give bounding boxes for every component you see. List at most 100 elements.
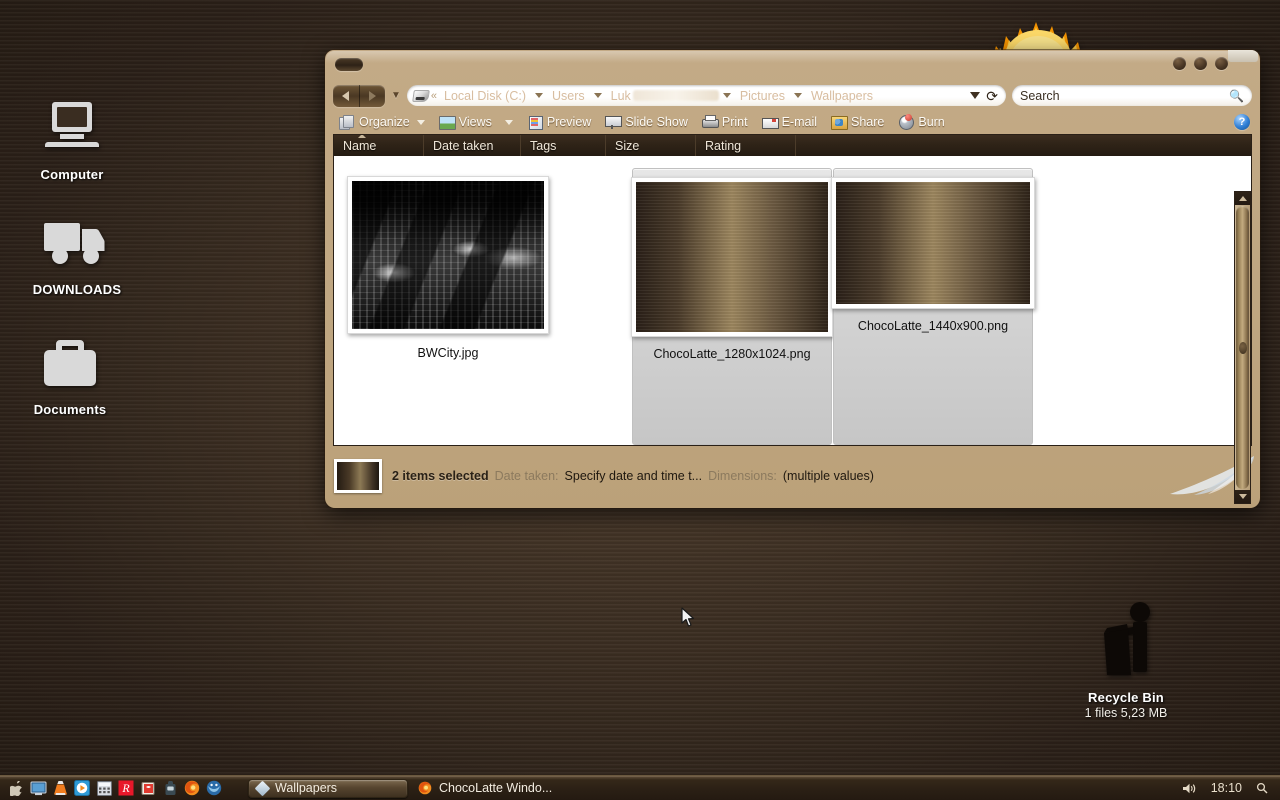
media-player-icon[interactable] (72, 778, 92, 798)
date-taken-value[interactable]: Specify date and time t... (565, 469, 703, 483)
desktop-icon-documents[interactable]: Documents (5, 330, 135, 417)
file-thumbnail-frame (831, 177, 1035, 309)
scroll-up-button[interactable] (1235, 192, 1250, 205)
paint-icon[interactable]: R (116, 778, 136, 798)
toolbar-share-button[interactable]: Share (825, 114, 890, 130)
desktop-icon-recycle-bin[interactable]: Recycle Bin 1 files 5,23 MB (1060, 600, 1192, 720)
breadcrumb-arrow-icon[interactable] (793, 93, 802, 98)
explorer-toolbar[interactable]: Organize Views Preview Slide Show Print (325, 110, 1260, 134)
thunderbird-icon[interactable] (204, 778, 224, 798)
breadcrumb-arrow-icon[interactable] (535, 93, 543, 98)
display-icon[interactable] (28, 778, 48, 798)
task-buttons[interactable]: Wallpapers ChocoLatte Windo... (248, 778, 564, 798)
task-label: ChocoLatte Windo... (439, 781, 553, 795)
maximize-button[interactable] (1194, 57, 1207, 70)
toolbar-slideshow-button[interactable]: Slide Show (599, 114, 694, 130)
organize-icon (339, 115, 354, 130)
breadcrumb-overflow-chevron[interactable]: « (429, 90, 439, 102)
address-bar[interactable]: « Local Disk (C:) Users Luk Pictures Wal… (406, 85, 1006, 106)
breadcrumb[interactable]: « Local Disk (C:) Users Luk Pictures Wal… (429, 89, 970, 103)
scrollbar-thumb[interactable] (1236, 206, 1249, 489)
desktop-icon-label: DOWNLOADS (32, 282, 122, 297)
minimize-button[interactable] (1173, 57, 1186, 70)
task-button-wallpapers[interactable]: Wallpapers (248, 778, 408, 798)
window-titlebar[interactable] (325, 50, 1260, 81)
explorer-window[interactable]: ▼ « Local Disk (C:) Users Luk Pictures W… (325, 50, 1260, 508)
launcher-tray[interactable]: R (0, 778, 224, 798)
desktop[interactable]: Computer DOWNLOADS Documents Recycle Bin… (0, 0, 1280, 800)
window-menu-pill[interactable] (335, 58, 363, 71)
breadcrumb-redacted-username (632, 90, 719, 101)
file-thumbnail-frame (631, 177, 833, 337)
desktop-icon-downloads[interactable]: DOWNLOADS (12, 210, 142, 297)
column-label: Date taken (433, 138, 494, 153)
desktop-icon-computer[interactable]: Computer (7, 95, 137, 182)
file-thumbnail-frame (347, 176, 549, 334)
toolbar-burn-button[interactable]: Burn (892, 114, 950, 130)
computer-icon (7, 95, 137, 161)
help-button[interactable]: ? (1234, 114, 1250, 130)
forward-button[interactable] (358, 84, 386, 107)
column-label: Name (343, 138, 377, 153)
file-name: ChocoLatte_1280x1024.png (653, 347, 811, 361)
breadcrumb-item-pictures[interactable]: Pictures (735, 89, 790, 103)
toolbar-views-button[interactable]: Views (433, 114, 519, 130)
file-item[interactable]: ChocoLatte_1280x1024.png (631, 168, 833, 445)
file-name: BWCity.jpg (417, 346, 479, 360)
clock[interactable]: 18:10 (1211, 781, 1242, 795)
toolbar-print-button[interactable]: Print (696, 114, 754, 130)
notes-icon[interactable] (138, 778, 158, 798)
breadcrumb-item-disk[interactable]: Local Disk (C:) (439, 89, 531, 103)
apple-icon[interactable] (6, 778, 26, 798)
breadcrumb-arrow-icon[interactable] (593, 93, 602, 98)
recycle-bin-size: 1 files 5,23 MB (1084, 706, 1168, 720)
file-items-container[interactable]: BWCity.jpg ChocoLatte_1280x1024.png Choc… (334, 156, 1251, 445)
search-input[interactable]: Search 🔍 (1012, 85, 1252, 106)
terminal-icon[interactable] (160, 778, 180, 798)
breadcrumb-item-users[interactable]: Users (547, 89, 590, 103)
taskbar[interactable]: R Wallpapers ChocoLatte Windo... 18:10 (0, 775, 1280, 800)
scroll-down-button[interactable] (1235, 490, 1250, 503)
toolbar-label: Views (458, 115, 492, 129)
address-row[interactable]: ▼ « Local Disk (C:) Users Luk Pictures W… (325, 81, 1260, 110)
column-header-name[interactable]: Name (334, 135, 424, 156)
refresh-icon[interactable]: ⟳ (986, 89, 998, 103)
window-controls[interactable] (1173, 57, 1228, 70)
calculator-icon[interactable] (94, 778, 114, 798)
task-button-chocolatte[interactable]: ChocoLatte Windo... (414, 779, 564, 798)
file-item[interactable]: ChocoLatte_1440x900.png (831, 168, 1035, 445)
search-icon[interactable] (1256, 782, 1268, 794)
recent-pages-dropdown-icon[interactable]: ▼ (391, 90, 401, 101)
volume-icon[interactable] (1182, 782, 1197, 795)
nav-buttons[interactable] (333, 84, 386, 107)
truck-icon (12, 210, 142, 276)
toolbar-organize-button[interactable]: Organize (333, 114, 431, 130)
preview-icon (527, 115, 543, 130)
column-header-size[interactable]: Size (606, 135, 696, 156)
chocolatte-gradient-thumbnail (636, 182, 828, 332)
chocolatte-gradient-thumbnail (836, 182, 1030, 304)
firefox-icon[interactable] (182, 778, 202, 798)
column-header-tags[interactable]: Tags (521, 135, 606, 156)
dimensions-value: (multiple values) (782, 469, 874, 483)
breadcrumb-item-wallpapers[interactable]: Wallpapers (806, 89, 878, 103)
address-dropdown-icon[interactable] (970, 92, 981, 99)
back-button[interactable] (333, 85, 359, 107)
system-tray[interactable]: 18:10 (1182, 781, 1280, 795)
details-status-bar: 2 items selected Date taken: Specify dat… (325, 452, 1260, 500)
toolbar-email-button[interactable]: E-mail (756, 114, 823, 130)
breadcrumb-item-user[interactable]: Luk (606, 89, 636, 103)
column-header-date-taken[interactable]: Date taken (424, 135, 521, 156)
column-header-rating[interactable]: Rating (696, 135, 796, 156)
date-taken-label: Date taken: (494, 469, 559, 483)
close-button[interactable] (1215, 57, 1228, 70)
file-item[interactable]: BWCity.jpg (347, 168, 549, 445)
vlc-cone-icon[interactable] (50, 778, 70, 798)
toolbar-label: Burn (918, 115, 945, 129)
toolbar-preview-button[interactable]: Preview (521, 114, 597, 130)
breadcrumb-arrow-icon[interactable] (722, 93, 731, 98)
chevron-down-icon (416, 119, 425, 125)
column-header-row[interactable]: Name Date taken Tags Size Rating (334, 135, 1251, 156)
vertical-scrollbar[interactable] (1234, 191, 1251, 504)
file-list-pane[interactable]: Name Date taken Tags Size Rating BWCity.… (333, 134, 1252, 446)
